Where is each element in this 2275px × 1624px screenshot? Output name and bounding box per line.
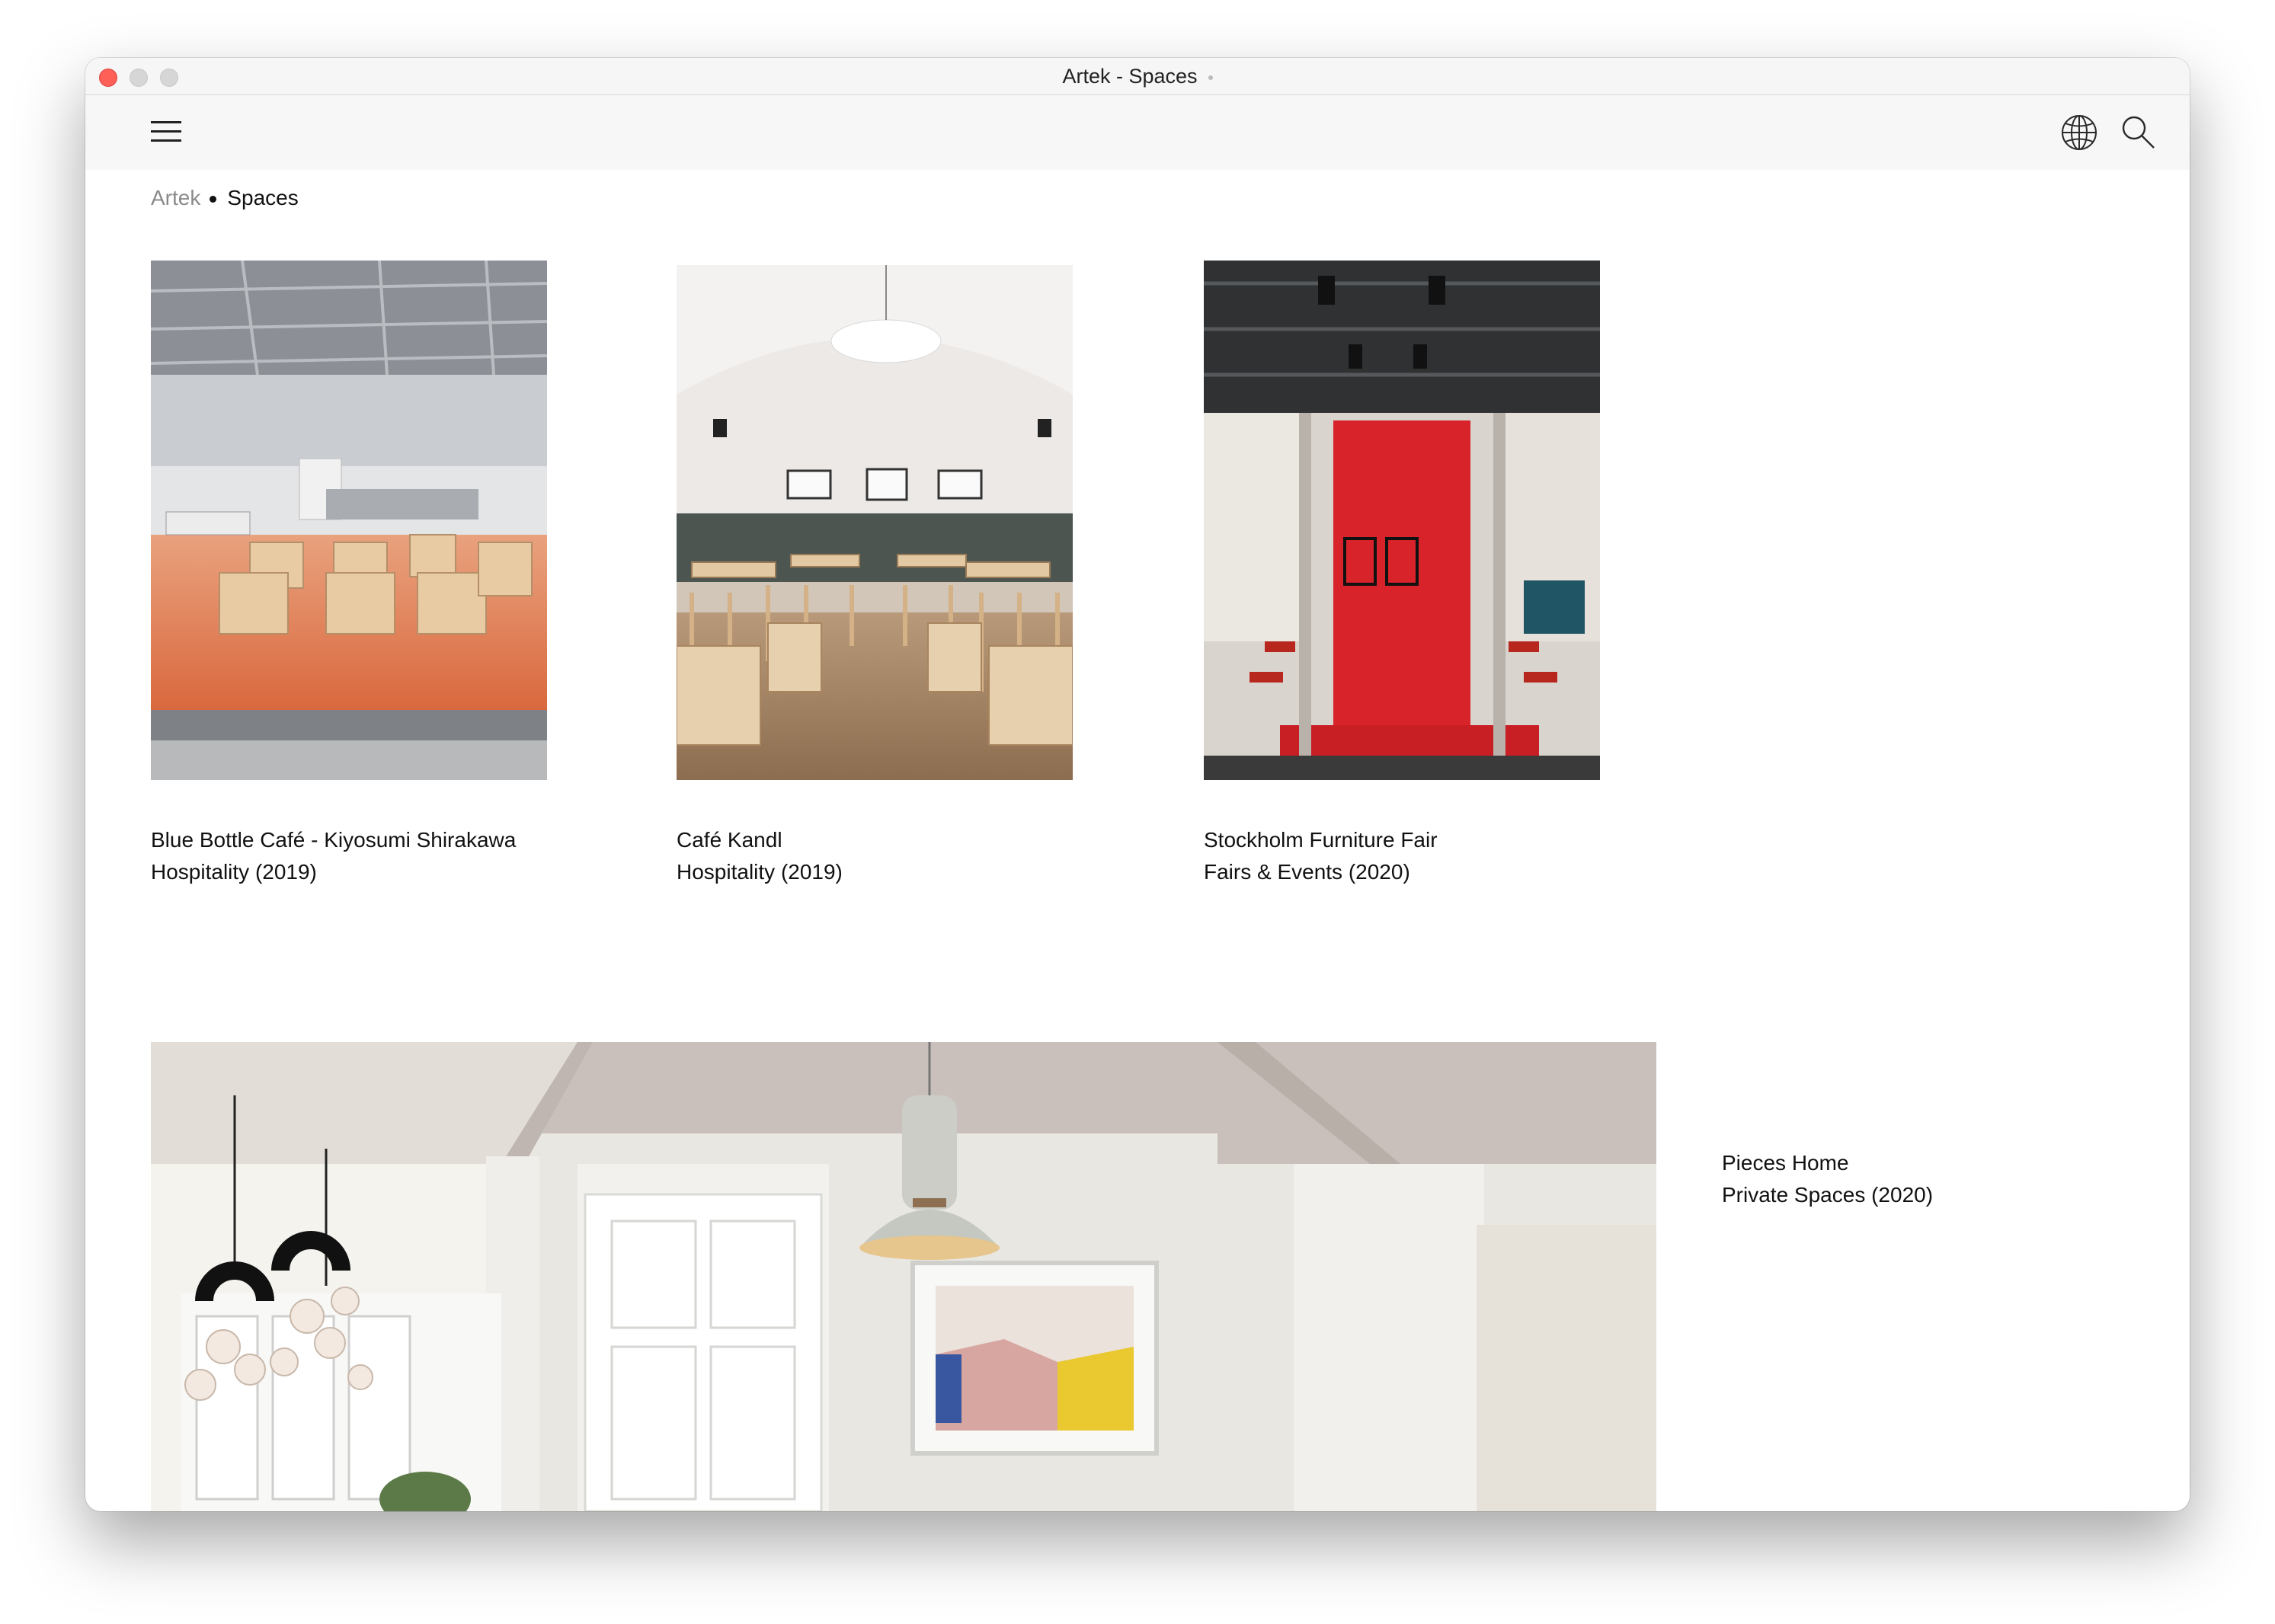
space-card-pieces-home[interactable]	[151, 1042, 1656, 1511]
space-photo-pieces-home[interactable]	[151, 1042, 1656, 1511]
space-meta: Hospitality (2019)	[151, 860, 317, 884]
site-header	[85, 95, 2190, 170]
space-title[interactable]: Blue Bottle Café - Kiyosumi Shirakawa	[151, 824, 516, 856]
title-bar: Artek - Spaces	[85, 58, 2190, 95]
space-photo-blue-bottle[interactable]	[151, 261, 547, 780]
browser-window: Artek - Spaces Artek Spaces Blue Bottle …	[85, 58, 2190, 1511]
space-title[interactable]: Pieces Home	[1722, 1147, 1933, 1179]
space-photo-cafe-kandl[interactable]	[677, 265, 1073, 780]
screen: Artek - Spaces Artek Spaces Blue Bottle …	[0, 0, 2275, 1624]
space-card-blue-bottle[interactable]	[151, 261, 547, 809]
loading-dot-icon	[1208, 75, 1213, 80]
hamburger-menu-icon[interactable]	[151, 120, 181, 144]
space-photo-stockholm-fair[interactable]	[1204, 261, 1600, 780]
window-title: Artek - Spaces	[85, 58, 2190, 94]
space-caption-pieces-home[interactable]: Pieces Home Private Spaces (2020)	[1722, 1147, 1933, 1211]
window-title-text: Artek - Spaces	[1062, 65, 1198, 88]
globe-icon[interactable]	[2060, 113, 2098, 152]
space-title[interactable]: Stockholm Furniture Fair	[1204, 824, 1438, 856]
space-caption-cafe-kandl[interactable]: Café Kandl Hospitality (2019)	[677, 824, 843, 888]
space-meta: Private Spaces (2020)	[1722, 1183, 1934, 1207]
space-caption-stockholm-fair[interactable]: Stockholm Furniture Fair Fairs & Events …	[1204, 824, 1438, 888]
breadcrumb-separator	[210, 196, 217, 203]
breadcrumb-current: Spaces	[227, 186, 299, 209]
space-caption-blue-bottle[interactable]: Blue Bottle Café - Kiyosumi Shirakawa Ho…	[151, 824, 516, 888]
breadcrumb: Artek Spaces	[151, 186, 299, 210]
space-title[interactable]: Café Kandl	[677, 824, 843, 856]
space-meta: Hospitality (2019)	[677, 860, 843, 884]
search-icon[interactable]	[2120, 113, 2158, 152]
space-card-cafe-kandl[interactable]	[677, 265, 1073, 780]
breadcrumb-home-link[interactable]: Artek	[151, 186, 200, 209]
space-meta: Fairs & Events (2020)	[1204, 860, 1410, 884]
space-card-stockholm-fair[interactable]	[1204, 261, 1600, 780]
